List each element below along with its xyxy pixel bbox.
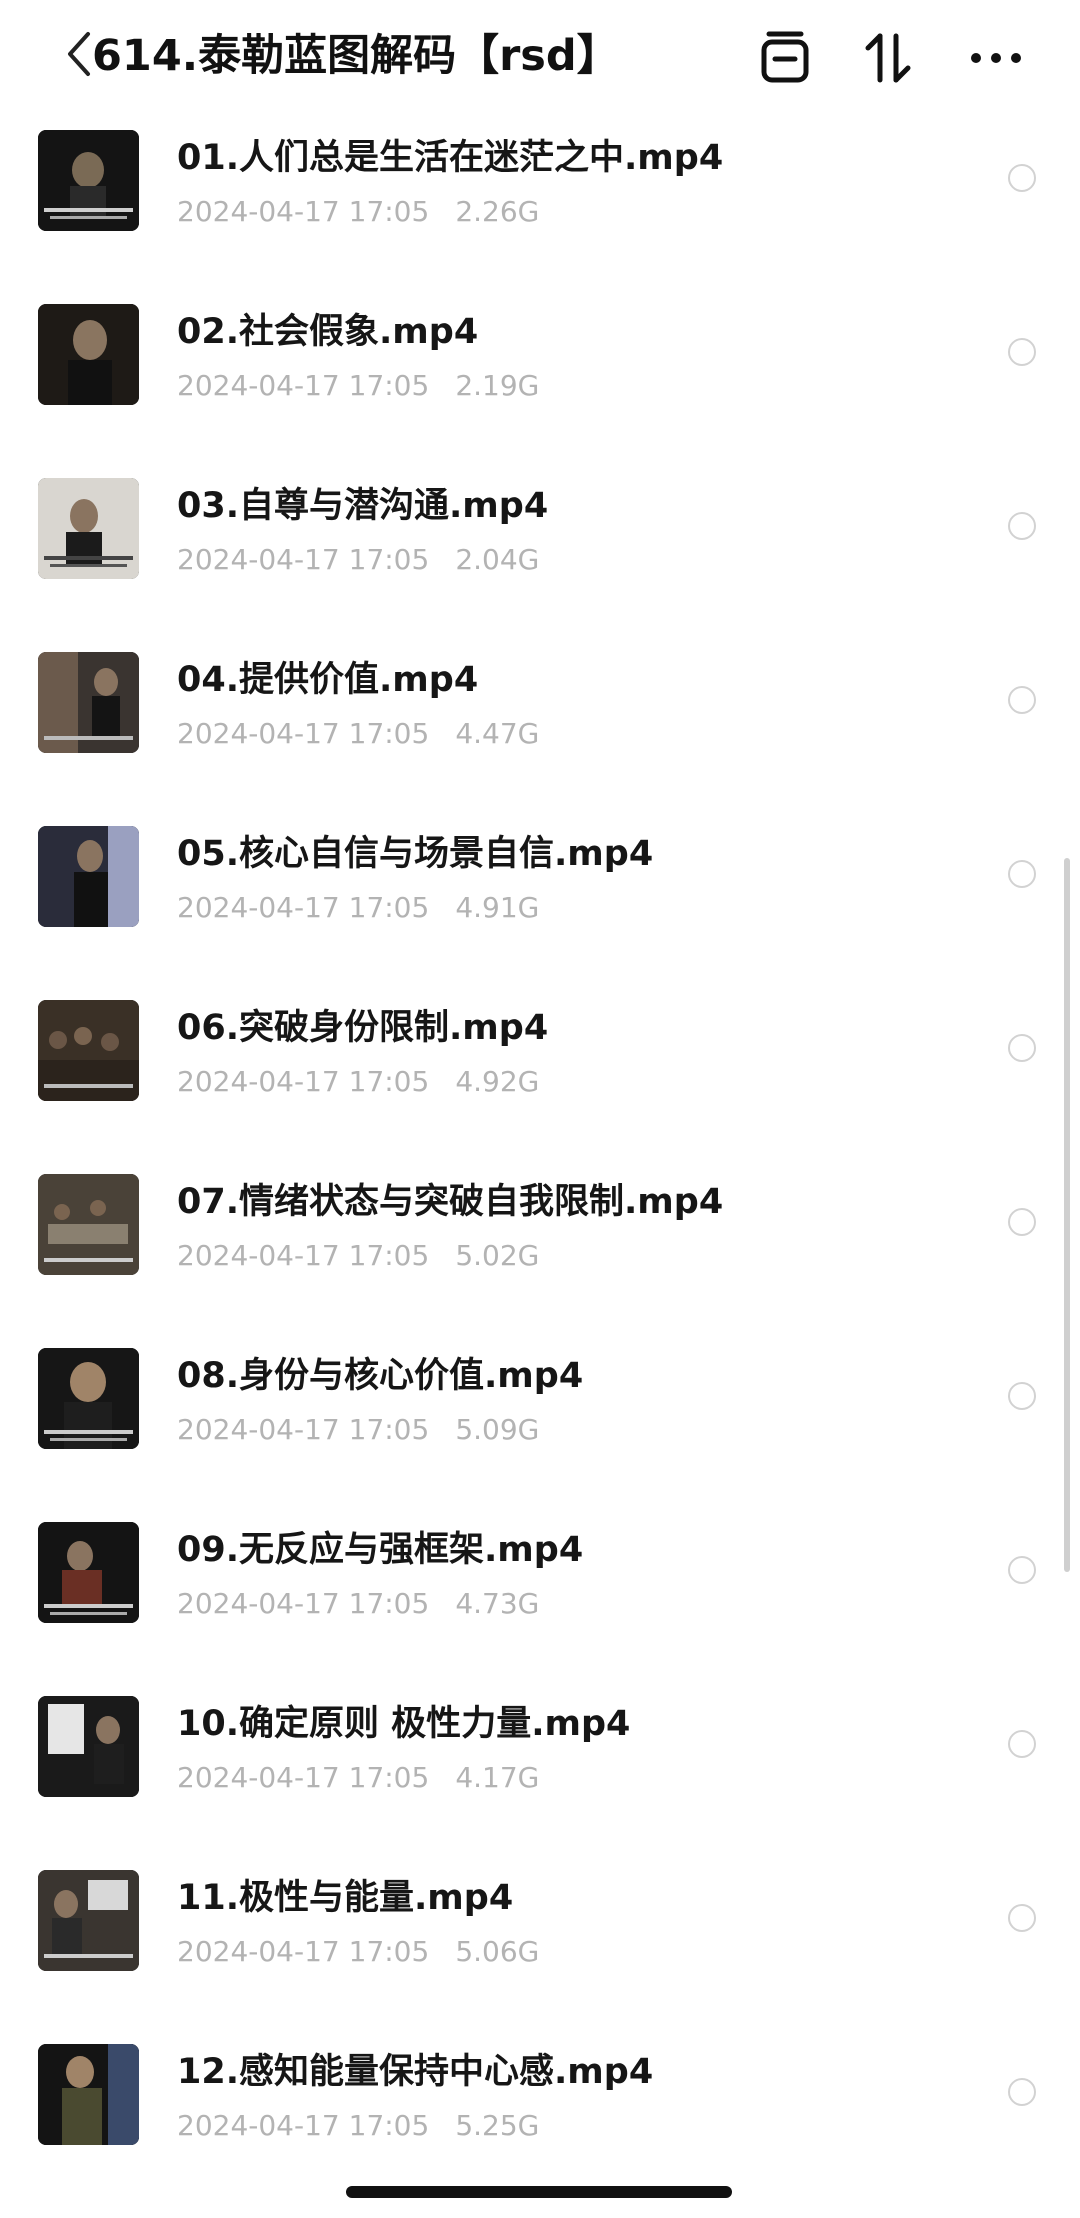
file-date: 2024-04-17 17:05 — [177, 543, 430, 576]
home-indicator — [346, 2186, 732, 2198]
file-size: 4.91G — [455, 891, 540, 924]
select-radio[interactable] — [1008, 1034, 1036, 1062]
file-size: 4.47G — [455, 717, 540, 750]
select-radio[interactable] — [1008, 338, 1036, 366]
video-thumbnail — [38, 826, 139, 927]
select-radio[interactable] — [1008, 512, 1036, 540]
file-date: 2024-04-17 17:05 — [177, 717, 430, 750]
select-radio[interactable] — [1008, 2078, 1036, 2106]
file-meta: 2024-04-17 17:05 2.19G — [177, 366, 539, 406]
select-radio[interactable] — [1008, 164, 1036, 192]
file-name: 07.情绪状态与突破自我限制.mp4 — [177, 1182, 724, 1222]
file-date: 2024-04-17 17:05 — [177, 1239, 430, 1272]
file-size: 4.92G — [455, 1065, 540, 1098]
file-list-item[interactable]: 02.社会假象.mp4 2024-04-17 17:05 2.19G — [0, 286, 1080, 460]
select-radio[interactable] — [1008, 1208, 1036, 1236]
file-date: 2024-04-17 17:05 — [177, 891, 430, 924]
select-radio[interactable] — [1008, 1904, 1036, 1932]
video-thumbnail — [38, 1870, 139, 1971]
file-list-item[interactable]: 10.确定原则 极性力量.mp4 2024-04-17 17:05 4.17G — [0, 1678, 1080, 1852]
file-date: 2024-04-17 17:05 — [177, 2109, 430, 2142]
top-bar: 614.泰勒蓝图解码【rsd】 — [0, 0, 1080, 112]
file-list-item[interactable]: 11.极性与能量.mp4 2024-04-17 17:05 5.06G — [0, 1852, 1080, 2026]
select-all-button[interactable] — [755, 28, 815, 88]
sort-button[interactable] — [858, 28, 918, 88]
file-date: 2024-04-17 17:05 — [177, 1761, 430, 1794]
file-size: 4.73G — [455, 1587, 540, 1620]
video-thumbnail — [38, 304, 139, 405]
file-list-item[interactable]: 04.提供价值.mp4 2024-04-17 17:05 4.47G — [0, 634, 1080, 808]
file-list-item[interactable]: 01.人们总是生活在迷茫之中.mp4 2024-04-17 17:05 2.26G — [0, 112, 1080, 286]
video-thumbnail — [38, 130, 139, 231]
file-list-item[interactable]: 07.情绪状态与突破自我限制.mp4 2024-04-17 17:05 5.02G — [0, 1156, 1080, 1330]
scrollbar[interactable] — [1064, 858, 1070, 1572]
file-meta: 2024-04-17 17:05 4.73G — [177, 1584, 539, 1624]
file-meta: 2024-04-17 17:05 5.25G — [177, 2106, 539, 2146]
file-name: 05.核心自信与场景自信.mp4 — [177, 834, 654, 874]
file-list-item[interactable]: 05.核心自信与场景自信.mp4 2024-04-17 17:05 4.91G — [0, 808, 1080, 982]
video-thumbnail — [38, 1522, 139, 1623]
select-radio[interactable] — [1008, 1382, 1036, 1410]
chevron-left-icon — [68, 32, 90, 76]
file-date: 2024-04-17 17:05 — [177, 1413, 430, 1446]
file-meta: 2024-04-17 17:05 4.17G — [177, 1758, 539, 1798]
file-name: 08.身份与核心价值.mp4 — [177, 1356, 584, 1396]
file-meta: 2024-04-17 17:05 5.06G — [177, 1932, 539, 1972]
file-size: 2.04G — [455, 543, 540, 576]
file-name: 06.突破身份限制.mp4 — [177, 1008, 549, 1048]
select-radio[interactable] — [1008, 860, 1036, 888]
file-date: 2024-04-17 17:05 — [177, 369, 430, 402]
file-meta: 2024-04-17 17:05 4.91G — [177, 888, 539, 928]
file-date: 2024-04-17 17:05 — [177, 1065, 430, 1098]
file-list-item[interactable]: 08.身份与核心价值.mp4 2024-04-17 17:05 5.09G — [0, 1330, 1080, 1504]
file-size: 5.25G — [455, 2109, 540, 2142]
video-thumbnail — [38, 1174, 139, 1275]
file-date: 2024-04-17 17:05 — [177, 1587, 430, 1620]
file-name: 04.提供价值.mp4 — [177, 660, 479, 700]
video-thumbnail — [38, 1000, 139, 1101]
page-title: 614.泰勒蓝图解码【rsd】 — [92, 31, 620, 81]
file-list-item[interactable]: 12.感知能量保持中心感.mp4 2024-04-17 17:05 5.25G — [0, 2026, 1080, 2200]
video-thumbnail — [38, 1696, 139, 1797]
file-size: 2.19G — [455, 369, 540, 402]
file-date: 2024-04-17 17:05 — [177, 1935, 430, 1968]
select-radio[interactable] — [1008, 1556, 1036, 1584]
file-list-item[interactable]: 03.自尊与潜沟通.mp4 2024-04-17 17:05 2.04G — [0, 460, 1080, 634]
file-name: 12.感知能量保持中心感.mp4 — [177, 2052, 654, 2092]
file-meta: 2024-04-17 17:05 4.47G — [177, 714, 539, 754]
select-radio[interactable] — [1008, 1730, 1036, 1758]
file-list-item[interactable]: 06.突破身份限制.mp4 2024-04-17 17:05 4.92G — [0, 982, 1080, 1156]
more-icon — [971, 53, 1021, 63]
video-thumbnail — [38, 652, 139, 753]
file-size: 5.02G — [455, 1239, 540, 1272]
file-meta: 2024-04-17 17:05 5.02G — [177, 1236, 539, 1276]
file-size: 5.09G — [455, 1413, 540, 1446]
video-thumbnail — [38, 2044, 139, 2145]
back-button[interactable] — [62, 22, 96, 86]
file-browser-screen: 614.泰勒蓝图解码【rsd】 01.人们总是生活在迷茫之中.mp4 2024-… — [0, 0, 1080, 2218]
sort-icon — [865, 33, 911, 83]
select-all-icon — [761, 31, 809, 83]
file-name: 09.无反应与强框架.mp4 — [177, 1530, 584, 1570]
file-name: 03.自尊与潜沟通.mp4 — [177, 486, 549, 526]
file-date: 2024-04-17 17:05 — [177, 195, 430, 228]
file-name: 10.确定原则 极性力量.mp4 — [177, 1704, 631, 1744]
file-list: 01.人们总是生活在迷茫之中.mp4 2024-04-17 17:05 2.26G… — [0, 112, 1080, 2200]
file-size: 2.26G — [455, 195, 540, 228]
file-name: 01.人们总是生活在迷茫之中.mp4 — [177, 138, 724, 178]
file-name: 02.社会假象.mp4 — [177, 312, 479, 352]
file-size: 4.17G — [455, 1761, 540, 1794]
more-options-button[interactable] — [966, 28, 1026, 88]
video-thumbnail — [38, 1348, 139, 1449]
file-meta: 2024-04-17 17:05 2.26G — [177, 192, 539, 232]
file-meta: 2024-04-17 17:05 5.09G — [177, 1410, 539, 1450]
video-thumbnail — [38, 478, 139, 579]
file-size: 5.06G — [455, 1935, 540, 1968]
file-meta: 2024-04-17 17:05 2.04G — [177, 540, 539, 580]
file-list-item[interactable]: 09.无反应与强框架.mp4 2024-04-17 17:05 4.73G — [0, 1504, 1080, 1678]
select-radio[interactable] — [1008, 686, 1036, 714]
file-name: 11.极性与能量.mp4 — [177, 1878, 514, 1918]
file-meta: 2024-04-17 17:05 4.92G — [177, 1062, 539, 1102]
